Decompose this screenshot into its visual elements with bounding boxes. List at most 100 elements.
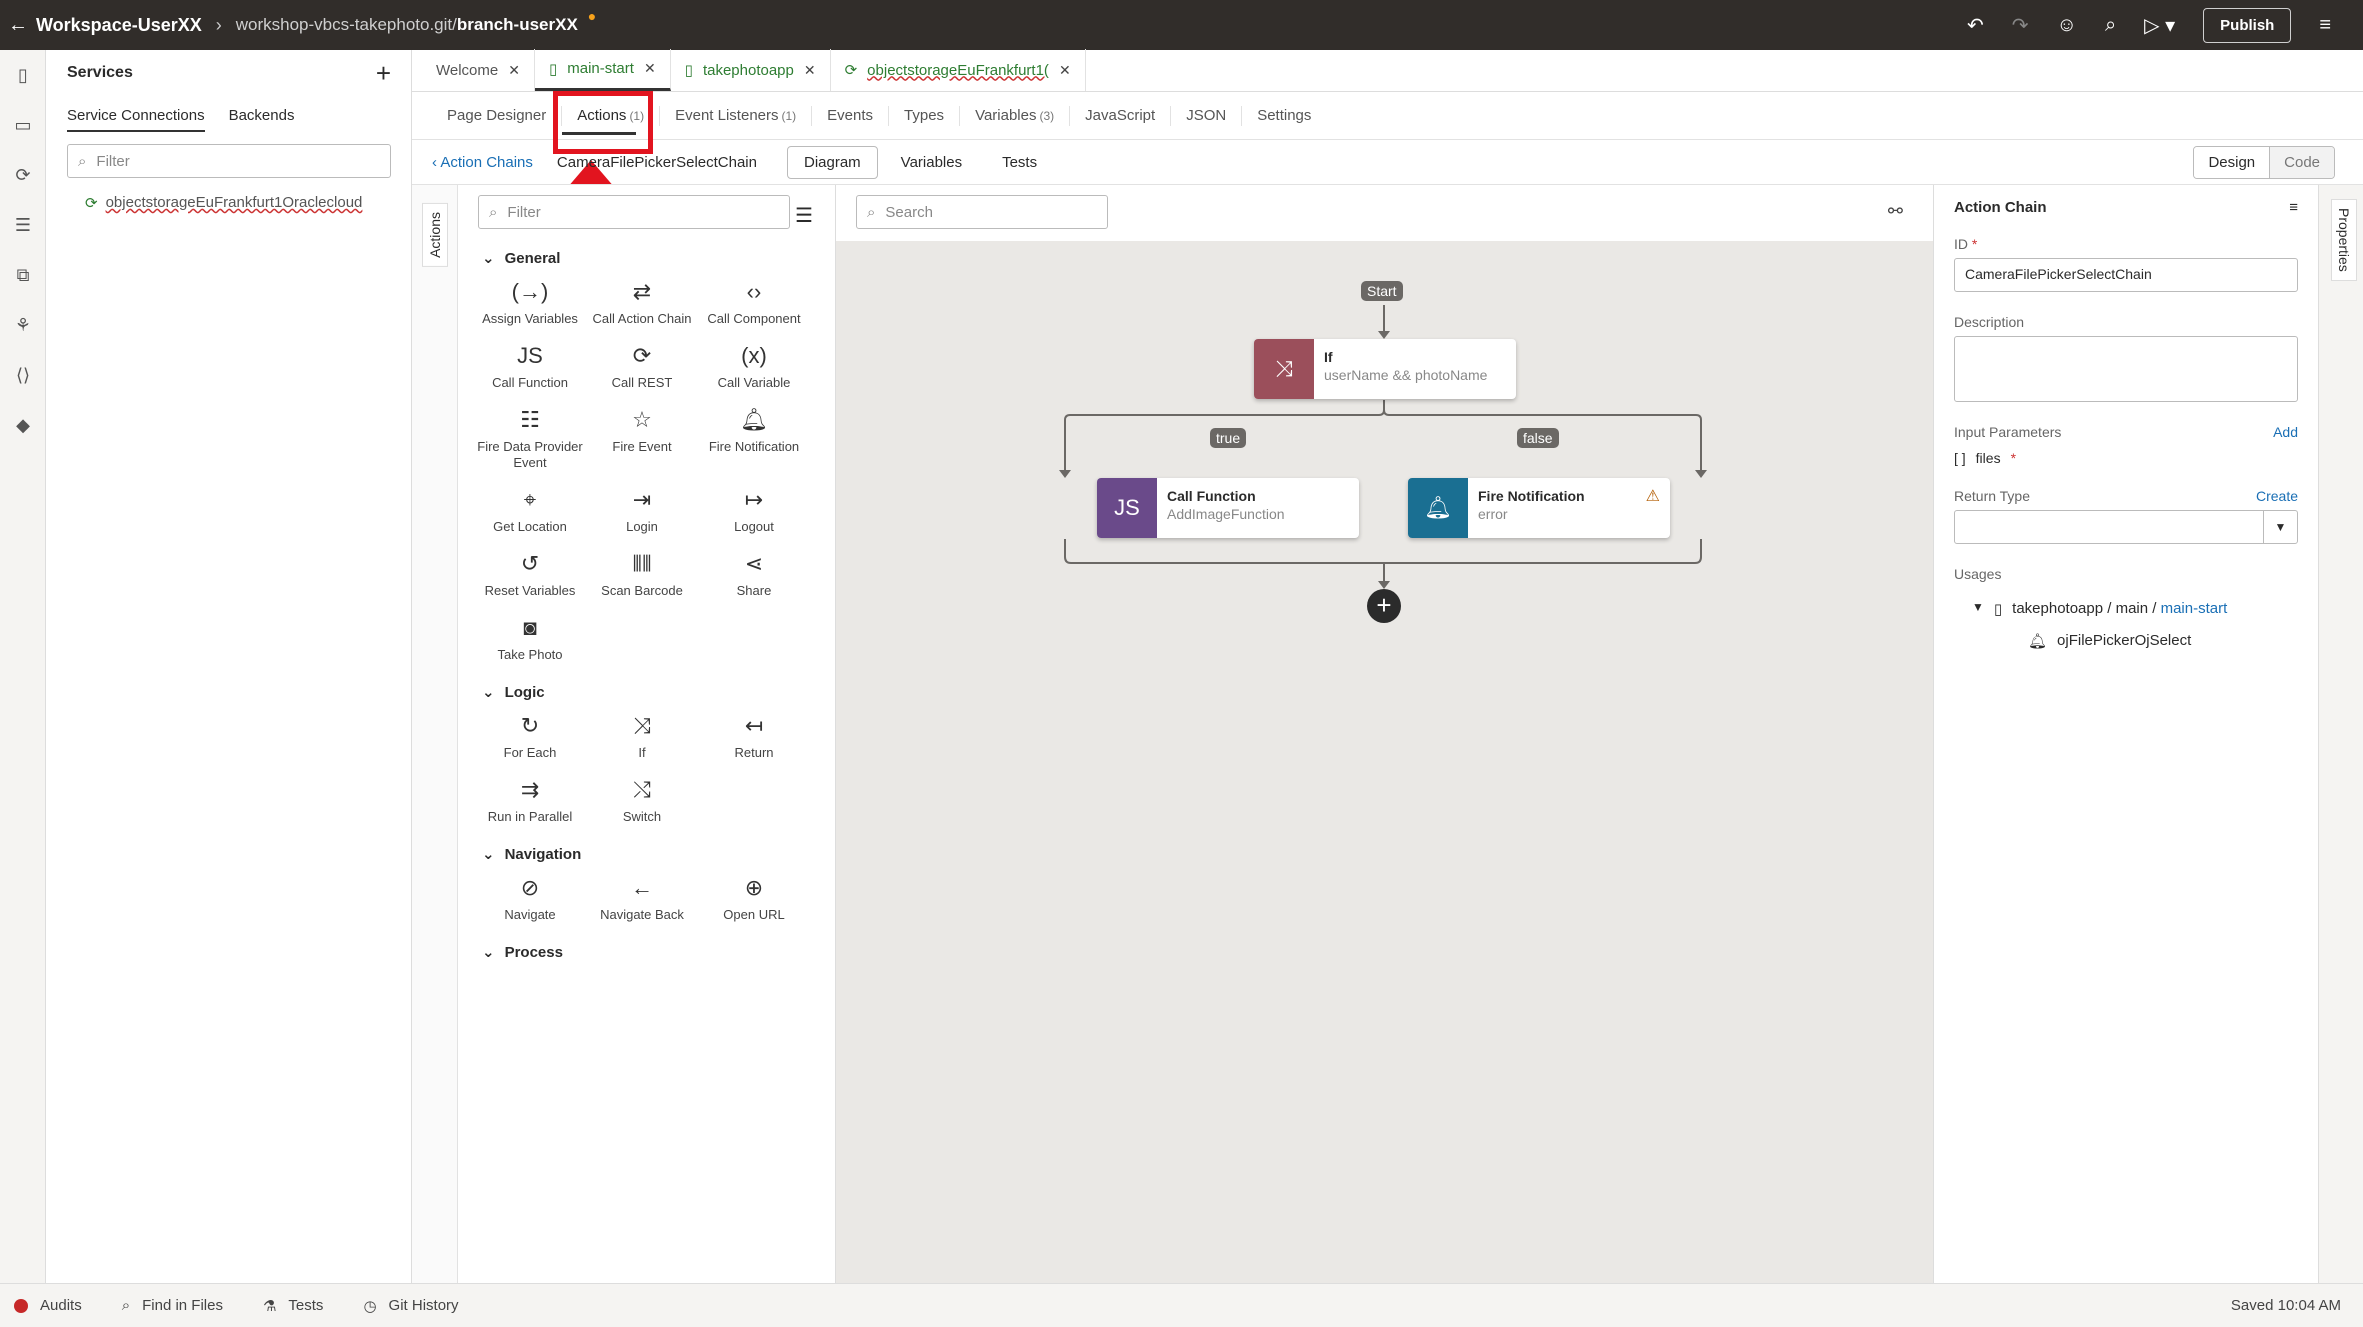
section-logic[interactable]: ⌄ Logic (458, 683, 835, 702)
action-call-function[interactable]: JS Call Function (474, 341, 586, 391)
back-arrow-icon[interactable]: ← (0, 14, 36, 37)
warning-icon[interactable]: ⚠ (1646, 486, 1660, 506)
id-input[interactable]: CameraFilePickerSelectChain (1954, 258, 2298, 292)
tab-event-listeners[interactable]: Event Listeners (1) (660, 105, 813, 126)
chevron-down-icon[interactable]: ▼ (2263, 511, 2297, 543)
login-icon: ⇥ (632, 487, 652, 512)
action-share[interactable]: ⋖ Share (698, 549, 810, 599)
workspace-name[interactable]: Workspace-UserXX (36, 15, 202, 36)
action-call-variable[interactable]: (x) Call Variable (698, 341, 810, 391)
action-call-component[interactable]: ‹› Call Component (698, 277, 810, 327)
tab-objectstorage[interactable]: ⟳ objectstorageEuFrankfurt1( ✕ (831, 49, 1086, 91)
git-icon[interactable]: ◆ (0, 400, 46, 450)
call-function-node[interactable]: JS Call Function AddImageFunction (1097, 478, 1359, 538)
tab-settings[interactable]: Settings (1242, 106, 1326, 126)
usage-item[interactable]: ▼ ▯ takephotoapp / main / main-start (1972, 600, 2298, 618)
section-process[interactable]: ⌄ Process (458, 943, 835, 962)
close-icon[interactable]: ✕ (508, 62, 520, 79)
tab-types[interactable]: Types (889, 105, 961, 126)
action-get-location[interactable]: ⌖ Get Location (474, 485, 586, 535)
tab-backends[interactable]: Backends (229, 107, 295, 132)
redo-icon[interactable]: ↷ (2012, 13, 2029, 38)
properties-side-tab[interactable]: Properties (2331, 199, 2357, 281)
close-icon[interactable]: ✕ (1059, 62, 1071, 79)
tab-javascript[interactable]: JavaScript (1070, 105, 1172, 126)
parameter-files[interactable]: [ ] files * (1954, 450, 2298, 466)
tab-diagram[interactable]: Diagram (786, 145, 878, 179)
action-login[interactable]: ⇥ Login (586, 485, 698, 535)
fire-notification-node[interactable]: 🔔︎ Fire Notification error ⚠ (1408, 478, 1670, 538)
diagram-canvas[interactable]: ⌕ Search ⚯ Start ⤨ If userName && photoN… (836, 185, 1933, 1283)
tab-tests[interactable]: Tests (985, 146, 1054, 179)
return-type-select[interactable]: ▼ (1954, 510, 2298, 544)
components-icon[interactable]: ⧉ (0, 250, 46, 300)
web-apps-icon[interactable]: ▭ (0, 100, 46, 150)
action-return[interactable]: ↤ Return (698, 711, 810, 761)
run-icon[interactable]: ▷ ▾ (2144, 13, 2175, 38)
action-navigate-back[interactable]: ← Navigate Back (586, 873, 698, 923)
caret-down-icon[interactable]: ▼ (1972, 600, 1984, 618)
hamburger-menu-icon[interactable]: ≡ (2319, 14, 2331, 37)
action-run-in-parallel[interactable]: ⇉ Run in Parallel (474, 775, 586, 825)
tab-events[interactable]: Events (812, 105, 890, 126)
close-icon[interactable]: ✕ (644, 60, 656, 77)
if-node[interactable]: ⤨ If userName && photoName (1254, 339, 1516, 399)
tab-variables[interactable]: Variables (3) (960, 105, 1071, 126)
tab-json[interactable]: JSON (1171, 105, 1243, 126)
publish-button[interactable]: Publish (2203, 7, 2292, 43)
action-for-each[interactable]: ↻ For Each (474, 711, 586, 761)
business-objects-icon[interactable]: ☰ (0, 200, 46, 250)
start-node[interactable]: Start (1361, 281, 1403, 301)
action-chains-back-link[interactable]: ‹ Action Chains (432, 154, 533, 171)
processes-icon[interactable]: ⚘ (0, 300, 46, 350)
add-parameter-link[interactable]: Add (2273, 424, 2298, 440)
description-textarea[interactable] (1954, 336, 2298, 402)
list-view-icon[interactable]: ☰ (795, 203, 813, 228)
undo-icon[interactable]: ↶ (1967, 13, 1984, 38)
action-switch[interactable]: ⤭ Switch (586, 775, 698, 825)
action-if[interactable]: ⤨ If (586, 711, 698, 761)
branch-name[interactable]: branch-userXX (457, 15, 578, 35)
action-navigate[interactable]: ⊘ Navigate (474, 873, 586, 923)
create-type-link[interactable]: Create (2256, 488, 2298, 504)
find-in-files-button[interactable]: ⌕ Find in Files (122, 1297, 223, 1314)
action-fire-data-provider-event[interactable]: ☷ Fire Data Provider Event (474, 405, 586, 471)
tab-takephotoapp[interactable]: ▯ takephotoapp ✕ (671, 49, 831, 91)
action-reset-variables[interactable]: ↺ Reset Variables (474, 549, 586, 599)
service-connection-item[interactable]: ⟳ objectstorageEuFrankfurt1Oraclecloud (47, 188, 411, 218)
actions-side-tab[interactable]: Actions (422, 203, 448, 267)
action-fire-event[interactable]: ☆ Fire Event (586, 405, 698, 471)
services-icon[interactable]: ⟳ (0, 150, 46, 200)
usage-event[interactable]: 🔔︎ ojFilePickerOjSelect (2028, 632, 2298, 650)
menu-icon[interactable]: ≡ (2289, 199, 2298, 216)
action-logout[interactable]: ↦ Logout (698, 485, 810, 535)
tab-page-designer[interactable]: Page Designer (432, 105, 563, 126)
action-assign-variables[interactable]: (→) Assign Variables (474, 277, 586, 327)
action-fire-notification[interactable]: 🔔︎ Fire Notification (698, 405, 810, 471)
tab-welcome[interactable]: Welcome ✕ (422, 49, 535, 91)
mobile-apps-icon[interactable]: ▯ (0, 50, 46, 100)
git-history-button[interactable]: ◷ Git History (363, 1297, 458, 1315)
action-take-photo[interactable]: ◙ Take Photo (474, 613, 586, 663)
add-icon[interactable]: + (376, 58, 391, 89)
tab-main-start[interactable]: ▯ main-start ✕ (534, 49, 671, 91)
action-open-url[interactable]: ⊕ Open URL (698, 873, 810, 923)
audits-button[interactable]: Audits (14, 1297, 82, 1314)
source-icon[interactable]: ⟨⟩ (0, 350, 46, 400)
search-icon[interactable]: ⌕ (2105, 14, 2116, 37)
action-call-action-chain[interactable]: ⇄ Call Action Chain (586, 277, 698, 327)
code-button[interactable]: Code (2270, 147, 2334, 178)
tab-service-connections[interactable]: Service Connections (67, 107, 205, 132)
close-icon[interactable]: ✕ (804, 62, 816, 79)
add-action-button[interactable]: + (1367, 589, 1401, 623)
action-call-rest[interactable]: ⟳ Call REST (586, 341, 698, 391)
design-button[interactable]: Design (2194, 147, 2271, 178)
tab-chain-variables[interactable]: Variables (884, 146, 979, 179)
smiley-icon[interactable]: ☺ (2057, 14, 2077, 37)
section-general[interactable]: ⌄ General (458, 249, 835, 268)
services-filter-input[interactable]: ⌕ Filter (67, 144, 391, 178)
action-scan-barcode[interactable]: ⦀⦀ Scan Barcode (586, 549, 698, 599)
section-navigation[interactable]: ⌄ Navigation (458, 845, 835, 864)
tests-button[interactable]: ⚗ Tests (263, 1297, 323, 1315)
palette-filter-input[interactable]: ⌕ Filter (478, 195, 790, 229)
